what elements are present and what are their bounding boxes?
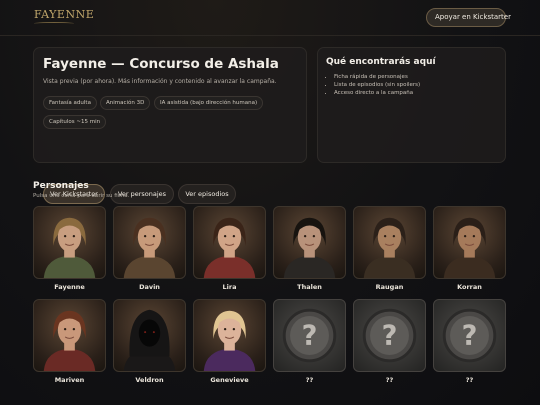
- character-name: ??: [385, 376, 394, 384]
- character-name: Lira: [222, 283, 237, 291]
- character-name: Davin: [139, 283, 160, 291]
- tag-3d-animation: Animación 3D: [100, 96, 151, 110]
- info-item: Acceso directo a la campaña: [334, 89, 420, 97]
- hero-panel: Fayenne — Concurso de Ashala Vista previ…: [33, 47, 307, 204]
- info-title: Qué encontrarás aquí: [326, 57, 436, 67]
- character-portrait-icon: [203, 217, 256, 278]
- tag-chapter-length: Capítulos ~15 min: [43, 115, 107, 129]
- character-name: Genevieve: [210, 376, 249, 384]
- characters-subtitle: Pulsa una carta para abrir su ficha.: [33, 193, 130, 199]
- top-bar: FAYENNE Apoyar en Kickstarter: [0, 0, 540, 36]
- info-item: Ficha rápida de personajes: [334, 73, 420, 81]
- locked-character-card[interactable]: ?: [433, 299, 506, 372]
- character-portrait-icon: [203, 310, 256, 371]
- character-card[interactable]: [113, 299, 186, 372]
- svg-text:?: ?: [382, 321, 398, 352]
- locked-character-card[interactable]: ?: [273, 299, 346, 372]
- fayenne-logo[interactable]: FAYENNE: [34, 8, 94, 25]
- tag-ai-assisted: IA asistida (bajo dirección humana): [154, 96, 264, 110]
- character-name: Mariven: [54, 376, 85, 384]
- logo-flourish: [34, 22, 74, 25]
- character-portrait-icon: [123, 309, 176, 371]
- logo-text: FAYENNE: [34, 8, 95, 21]
- character-name: Thalen: [297, 283, 322, 291]
- character-portrait-icon: [443, 217, 496, 278]
- svg-text:?: ?: [302, 321, 318, 352]
- character-portrait-icon: [123, 217, 176, 278]
- svg-text:?: ?: [462, 321, 478, 352]
- character-portrait-icon: [363, 217, 416, 278]
- character-card[interactable]: [353, 206, 426, 279]
- character-portrait-icon: [43, 310, 96, 371]
- character-portrait-icon: [43, 217, 96, 278]
- info-item: Lista de episodios (sin spoilers): [334, 81, 420, 89]
- character-card[interactable]: [113, 206, 186, 279]
- character-card[interactable]: [33, 299, 106, 372]
- characters-heading: Personajes: [33, 181, 89, 191]
- page-title: Fayenne — Concurso de Ashala: [43, 56, 279, 72]
- tag-adult-fantasy: Fantasía adulta: [43, 96, 97, 110]
- info-list: Ficha rápida de personajes Lista de epis…: [334, 73, 420, 97]
- locked-question-icon: ?: [442, 308, 497, 363]
- character-name: Fayenne: [54, 283, 85, 291]
- character-portrait-icon: [283, 217, 336, 278]
- character-name: ??: [465, 376, 474, 384]
- locked-question-icon: ?: [282, 308, 337, 363]
- character-card[interactable]: [193, 299, 266, 372]
- hero-subtitle: Vista previa (por ahora). Más informació…: [43, 78, 277, 85]
- character-card[interactable]: [273, 206, 346, 279]
- character-name: Korran: [457, 283, 482, 291]
- locked-question-icon: ?: [362, 308, 417, 363]
- character-name: ??: [305, 376, 314, 384]
- locked-character-card[interactable]: ?: [353, 299, 426, 372]
- info-panel: Qué encontrarás aquí Ficha rápida de per…: [317, 47, 506, 163]
- view-episodes-button[interactable]: Ver episodios: [178, 184, 236, 204]
- kickstarter-support-button[interactable]: Apoyar en Kickstarter: [426, 8, 511, 27]
- character-name: Raugan: [375, 283, 404, 291]
- character-card[interactable]: [433, 206, 506, 279]
- character-card[interactable]: [193, 206, 266, 279]
- character-card[interactable]: [33, 206, 106, 279]
- character-name: Veldron: [135, 376, 164, 384]
